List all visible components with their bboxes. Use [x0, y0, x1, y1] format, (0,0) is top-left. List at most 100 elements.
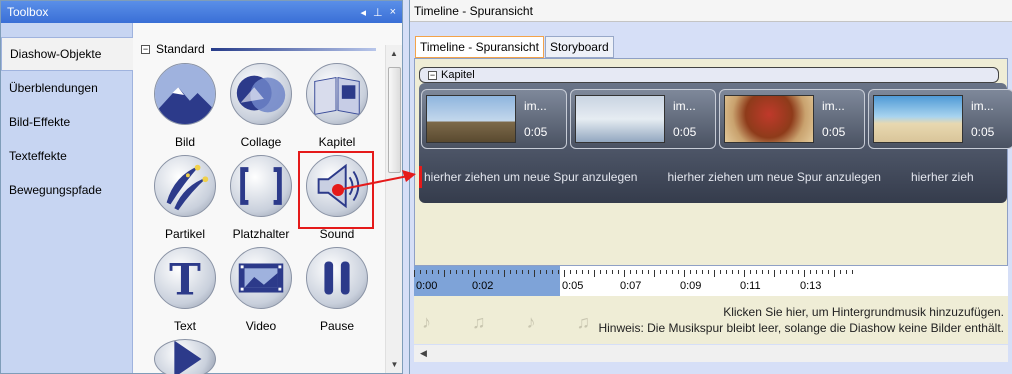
scroll-left-icon[interactable]: ◀: [420, 348, 427, 359]
music-track[interactable]: ♪ ♫ ♪ ♫ Klicken Sie hier, um Hintergrund…: [414, 296, 1008, 344]
tool-collage[interactable]: Collage: [227, 63, 295, 153]
particle-icon: [154, 155, 216, 217]
ruler-label: 0:00: [416, 280, 438, 292]
ruler-tick: [432, 270, 433, 274]
ruler-tick: [678, 270, 679, 274]
timeline-title: Timeline - Spuransicht: [414, 3, 533, 18]
ruler-label: 0:05: [562, 280, 584, 292]
tool-pause[interactable]: Pause: [303, 247, 371, 337]
chapter-header[interactable]: − Kapitel: [419, 67, 999, 83]
slide-item[interactable]: im... 0:05: [719, 89, 865, 149]
scroll-up-icon[interactable]: ▲: [386, 45, 402, 62]
ruler-tick: [480, 270, 481, 274]
category-bewegungspfade[interactable]: Bewegungspfade: [1, 173, 132, 207]
playhead-marker[interactable]: [419, 166, 422, 188]
time-ruler[interactable]: 0:00 0:02 0:05 0:07 0:09 0:11 0:13: [414, 266, 1008, 296]
tool-bild[interactable]: Bild: [151, 63, 219, 153]
category-diashow-objekte[interactable]: Diashow-Objekte: [1, 37, 133, 71]
toolbox-scrollbar[interactable]: ▲ ▼: [385, 45, 402, 373]
pause-icon: [306, 247, 368, 309]
ruler-tick: [468, 270, 469, 274]
scroll-thumb[interactable]: [388, 67, 401, 173]
tool-kapitel[interactable]: Kapitel: [303, 63, 371, 153]
dock-menu-icon[interactable]: ◂: [360, 6, 366, 19]
ruler-tick: [798, 270, 799, 274]
tool-partikel[interactable]: Partikel: [151, 155, 219, 245]
toolbox-items-area: − Standard Bild Collage Kapitel Partikel…: [133, 23, 402, 374]
category-ueberblendungen[interactable]: Überblendungen: [1, 71, 132, 105]
ruler-tick: [726, 270, 727, 274]
timeline-title-bar: Timeline - Spuransicht: [410, 0, 1012, 22]
category-bild-effekte[interactable]: Bild-Effekte: [1, 105, 132, 139]
ruler-tick: [600, 270, 601, 274]
slide-thumbnail: [426, 95, 516, 143]
timeline-content: − Kapitel im... 0:05 im... 0:05 im... 0:…: [414, 58, 1012, 266]
placeholder-icon: [230, 155, 292, 217]
ruler-tick: [528, 270, 529, 274]
tool-video[interactable]: Video: [227, 247, 295, 337]
tool-text[interactable]: T Text: [151, 247, 219, 337]
tool-label: Platzhalter: [232, 227, 290, 241]
tool-platzhalter[interactable]: Platzhalter: [227, 155, 295, 245]
ruler-tick: [822, 270, 823, 274]
ruler-tick: [672, 270, 673, 274]
ruler-tick: [696, 270, 697, 274]
svg-text:T: T: [169, 255, 201, 305]
drop-hint: hierher ziehen um neue Spur anzulegen: [667, 170, 881, 184]
play-icon: [154, 339, 216, 374]
ruler-tick: [756, 270, 757, 274]
tab-storyboard[interactable]: Storyboard: [544, 36, 614, 58]
ruler-tick: [558, 270, 559, 274]
slide-item[interactable]: im... 0:05: [421, 89, 567, 149]
tab-spuransicht[interactable]: Timeline - Spuransicht: [415, 36, 544, 58]
ruler-tick: [780, 270, 781, 274]
toolbox-title: Toolbox: [7, 5, 49, 19]
ruler-tick: [486, 270, 487, 274]
close-icon[interactable]: ×: [390, 6, 396, 19]
pin-icon[interactable]: ⊥: [373, 6, 383, 19]
tool-label: Bild: [174, 135, 195, 149]
ruler-tick: [744, 270, 745, 277]
slide-name: im...: [673, 99, 696, 113]
ruler-label: 0:11: [740, 280, 761, 292]
ruler-tick: [792, 270, 793, 274]
sound-highlight-box: [298, 151, 374, 229]
slide-item[interactable]: im... 0:05: [868, 89, 1012, 149]
group-divider: [210, 47, 376, 51]
ruler-tick: [546, 270, 547, 274]
new-track-drop-zone[interactable]: hierher ziehen um neue Spur anzulegen hi…: [419, 163, 1007, 191]
group-header-standard[interactable]: − Standard: [141, 41, 376, 57]
category-texteffekte[interactable]: Texteffekte: [1, 139, 132, 173]
collapse-icon[interactable]: −: [428, 70, 437, 80]
scroll-down-icon[interactable]: ▼: [386, 356, 403, 373]
tool-label: Kapitel: [318, 135, 356, 149]
image-icon: [154, 63, 216, 125]
slide-name: im...: [822, 99, 845, 113]
ruler-tick: [618, 270, 619, 274]
tool-label: Video: [245, 319, 277, 333]
tool-label: Pause: [319, 319, 355, 333]
ruler-tick: [420, 270, 421, 274]
ruler-tick: [534, 270, 535, 277]
image-track: im... 0:05 im... 0:05 im... 0:05 im... 0…: [419, 83, 1012, 203]
ruler-tick: [654, 270, 655, 277]
ruler-tick: [774, 270, 775, 277]
ruler-tick: [834, 270, 835, 277]
ruler-tick: [828, 270, 829, 274]
ruler-tick: [462, 270, 463, 274]
slide-duration: 0:05: [822, 125, 846, 139]
ruler-tick: [660, 270, 661, 274]
tool-label: Collage: [240, 135, 282, 149]
ruler-tick: [564, 270, 565, 277]
ruler-tick: [630, 270, 631, 274]
ruler-tick: [612, 270, 613, 274]
ruler-tick: [702, 270, 703, 274]
ruler-tick: [642, 270, 643, 274]
ruler-tick: [648, 270, 649, 274]
timeline-hscrollbar[interactable]: ◀: [414, 345, 1008, 362]
collapse-icon[interactable]: −: [141, 44, 150, 54]
ruler-tick: [606, 270, 607, 274]
tool-next-partial[interactable]: [151, 339, 219, 374]
slide-item[interactable]: im... 0:05: [570, 89, 716, 149]
tool-label: Text: [173, 319, 196, 333]
